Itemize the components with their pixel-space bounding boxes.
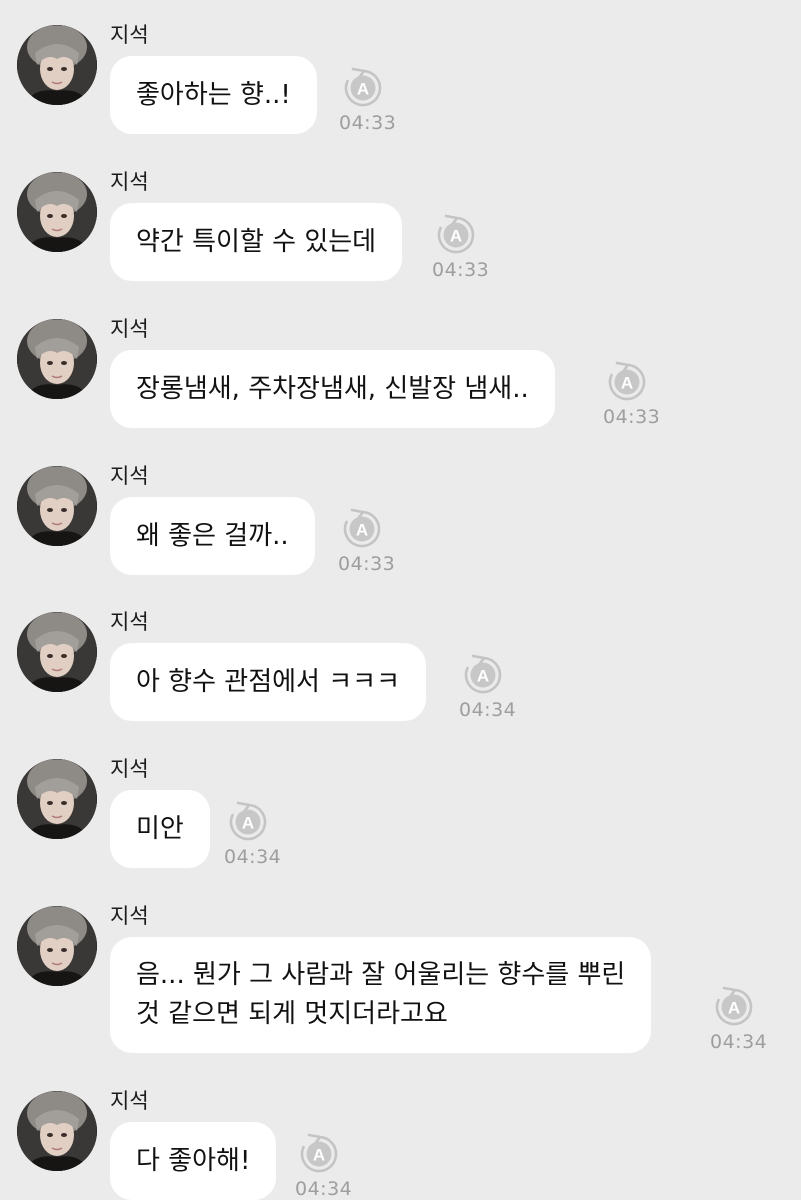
svg-text:A: A xyxy=(621,374,633,393)
message-bubble[interactable]: 음... 뭔가 그 사람과 잘 어울리는 향수를 뿌린 것 같으면 되게 멋지더… xyxy=(110,937,652,1053)
timestamp: 04:34 xyxy=(295,1178,353,1200)
svg-text:A: A xyxy=(477,667,489,686)
message-text: 아 향수 관점에서 ㅋㅋㅋ xyxy=(136,667,400,697)
message-bubble[interactable]: 미안 xyxy=(110,790,210,868)
sender-name: 지석 xyxy=(110,904,149,928)
timestamp: 04:34 xyxy=(710,1031,768,1053)
sender-name: 지석 xyxy=(110,757,149,781)
timestamp: 04:33 xyxy=(339,112,397,134)
avatar[interactable] xyxy=(17,759,97,839)
message-text: 음... 뭔가 그 사람과 잘 어울리는 향수를 뿌린 xyxy=(136,960,626,990)
avatar[interactable] xyxy=(17,25,97,105)
avatar[interactable] xyxy=(17,319,97,399)
message-bubble[interactable]: 좋아하는 향..! xyxy=(110,56,317,134)
timestamp: 04:34 xyxy=(459,699,517,721)
avatar[interactable] xyxy=(17,172,97,252)
message-bubble[interactable]: 다 좋아해! xyxy=(110,1122,277,1200)
timestamp: 04:33 xyxy=(603,406,661,428)
svg-text:A: A xyxy=(728,999,740,1018)
avatar[interactable] xyxy=(17,612,97,692)
translate-refresh-icon[interactable]: A xyxy=(226,800,270,844)
message-text: 왜 좋은 걸까.. xyxy=(136,521,289,551)
message-bubble[interactable]: 왜 좋은 걸까.. xyxy=(110,497,315,575)
translate-refresh-icon[interactable]: A xyxy=(341,66,385,110)
sender-name: 지석 xyxy=(110,610,149,634)
sender-name: 지석 xyxy=(110,23,149,47)
svg-text:A: A xyxy=(450,227,462,246)
svg-text:A: A xyxy=(356,521,368,540)
sender-name: 지석 xyxy=(110,170,149,194)
avatar[interactable] xyxy=(17,1091,97,1171)
chat-thread[interactable]: 지석 좋아하는 향..! A 04:33 지석 약간 특이할 수 있는데 A 0… xyxy=(0,0,801,1200)
message-text: 좋아하는 향..! xyxy=(136,80,291,110)
sender-name: 지석 xyxy=(110,1089,149,1113)
timestamp: 04:33 xyxy=(432,259,490,281)
timestamp: 04:34 xyxy=(224,846,282,868)
message-text: 약간 특이할 수 있는데 xyxy=(136,227,377,257)
translate-refresh-icon[interactable]: A xyxy=(297,1132,341,1176)
translate-refresh-icon[interactable]: A xyxy=(461,653,505,697)
translate-refresh-icon[interactable]: A xyxy=(712,985,756,1029)
avatar[interactable] xyxy=(17,466,97,546)
message-text: 것 같으면 되게 멋지더라고요 xyxy=(136,999,448,1029)
sender-name: 지석 xyxy=(110,464,149,488)
timestamp: 04:33 xyxy=(338,553,396,575)
translate-refresh-icon[interactable]: A xyxy=(605,360,649,404)
sender-name: 지석 xyxy=(110,317,149,341)
svg-text:A: A xyxy=(242,814,254,833)
svg-text:A: A xyxy=(313,1146,325,1165)
message-bubble[interactable]: 아 향수 관점에서 ㅋㅋㅋ xyxy=(110,643,426,721)
message-text: 미안 xyxy=(136,814,184,844)
message-text: 다 좋아해! xyxy=(136,1146,251,1176)
message-bubble[interactable]: 약간 특이할 수 있는데 xyxy=(110,203,403,281)
message-bubble[interactable]: 장롱냄새, 주차장냄새, 신발장 냄새.. xyxy=(110,350,555,428)
translate-refresh-icon[interactable]: A xyxy=(434,213,478,257)
avatar[interactable] xyxy=(17,906,97,986)
svg-text:A: A xyxy=(357,80,369,99)
translate-refresh-icon[interactable]: A xyxy=(340,507,384,551)
message-text: 장롱냄새, 주차장냄새, 신발장 냄새.. xyxy=(136,374,529,404)
